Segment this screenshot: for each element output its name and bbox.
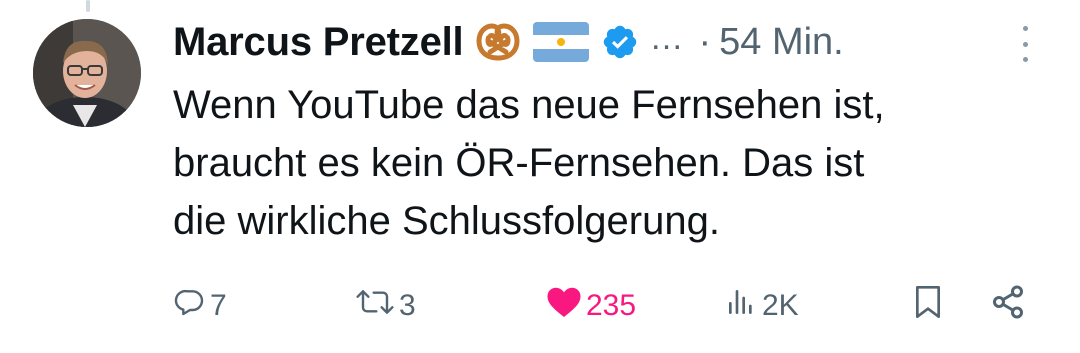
repost-button[interactable]: 3: [355, 282, 416, 330]
like-button[interactable]: 235: [546, 282, 636, 330]
tweet-text: Wenn YouTube das neue Fernsehen ist, bra…: [173, 83, 885, 243]
repost-count: 3: [399, 289, 416, 322]
share-button[interactable]: [990, 282, 1026, 330]
like-count: 235: [586, 289, 637, 322]
reply-icon: [174, 286, 206, 326]
thread-connector-line: [86, 0, 90, 12]
reply-button[interactable]: 7: [174, 282, 227, 330]
avatar-photo: [33, 19, 141, 127]
share-icon: [990, 284, 1026, 328]
avatar[interactable]: [33, 19, 141, 127]
tweet-header: Marcus Pretzell … · 54 Min.: [173, 16, 844, 68]
pretzel-icon: [475, 22, 521, 62]
views-count: 2K: [762, 289, 799, 322]
bookmark-button[interactable]: [912, 282, 944, 330]
verified-badge-icon: [601, 23, 639, 61]
bookmark-icon: [912, 284, 944, 328]
header-separator: ·: [698, 20, 712, 63]
repost-icon: [355, 286, 395, 326]
tweet-actions-bar: 7 3 235 2K: [0, 282, 1080, 330]
analytics-icon: [724, 286, 758, 326]
argentina-flag-icon: [533, 22, 590, 62]
author-name[interactable]: Marcus Pretzell: [173, 20, 464, 65]
tweet-timestamp[interactable]: 54 Min.: [719, 21, 844, 64]
heart-icon: [546, 285, 582, 327]
views-button[interactable]: 2K: [724, 282, 799, 330]
more-options-icon[interactable]: [1012, 26, 1038, 62]
reply-count: 7: [210, 289, 227, 322]
author-handle-truncated[interactable]: …: [649, 19, 684, 58]
